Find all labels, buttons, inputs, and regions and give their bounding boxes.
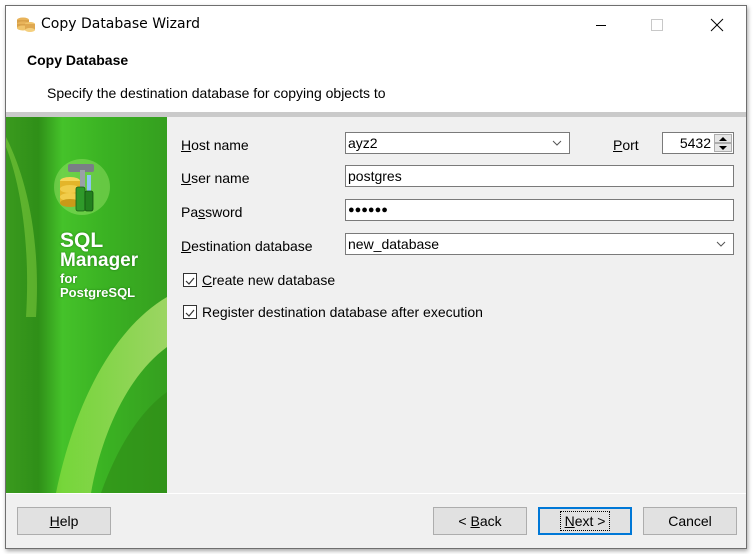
step-description: Specify the destination database for cop… [47,85,386,101]
banner-logo-icon [54,159,110,215]
title-bar: Copy Database Wizard [6,6,746,44]
spin-down-button[interactable] [714,143,732,152]
help-label: Help [50,513,79,529]
mnemonic: H [49,513,60,529]
register-destination-label[interactable]: Register destination database after exec… [202,304,483,320]
cancel-label: Cancel [668,513,712,529]
host-name-combobox[interactable]: ayz2 [345,132,570,154]
arrow-up-icon [719,137,727,141]
banner-product-line3: for [60,271,78,286]
create-new-database-checkbox[interactable] [183,273,197,287]
password-input[interactable]: ●●●●●● [345,199,734,221]
password-masked-value: ●●●●●● [348,204,388,216]
label-text: ser name [191,170,250,186]
next-button[interactable]: Next > [538,507,632,535]
database-stack-icon [16,16,36,34]
minimize-icon [596,25,606,26]
host-name-label: Host name [181,137,249,153]
checkmark-icon [185,309,195,317]
banner-product-line2: Manager [60,250,139,271]
spin-up-button[interactable] [714,134,732,143]
product-banner: SQL Manager for PostgreSQL [6,117,167,493]
label-text: ack [479,513,502,529]
maximize-icon [651,19,663,31]
cancel-button[interactable]: Cancel [643,507,737,535]
create-new-database-label[interactable]: Create new database [202,272,335,288]
mnemonic: D [181,238,192,254]
port-spinner[interactable]: 5432 [662,132,734,154]
banner-product-line1: SQL [60,229,104,252]
port-spin-buttons [714,134,732,152]
label-text: estination database [191,238,313,254]
label-text: elp [59,513,79,529]
mnemonic: U [181,170,192,186]
password-label: Password [181,204,242,220]
back-button[interactable]: < Back [433,507,527,535]
label-text: sword [205,204,243,220]
host-name-value: ayz2 [348,135,378,151]
destination-database-value: new_database [348,236,440,252]
banner-product-line4: PostgreSQL [60,285,136,300]
mnemonic: P [613,137,623,153]
step-title: Copy Database [27,52,129,68]
checkmark-icon [185,277,195,285]
user-name-input[interactable]: postgres [345,165,734,187]
port-label: Port [613,137,639,153]
mnemonic: N [564,513,575,529]
destination-database-label: Destination database [181,238,313,254]
wizard-header: Copy Database Specify the destination da… [6,44,746,112]
user-name-value: postgres [348,168,402,184]
port-value: 5432 [679,135,711,151]
label-text: reate new database [212,272,336,288]
back-label: < Back [458,513,501,529]
chevron-down-icon [716,241,726,247]
register-destination-checkbox[interactable] [183,305,197,319]
footer-divider [6,493,746,494]
label-text: Pa [181,204,199,220]
label-text: ost name [191,137,249,153]
close-button[interactable] [694,6,740,44]
arrow-down-icon [719,146,727,150]
copy-database-wizard-window: Copy Database Wizard Copy Database Speci… [5,5,747,549]
banner-swoosh-graphic [6,137,167,493]
minimize-button[interactable] [578,6,624,44]
maximize-button[interactable] [634,6,680,44]
mnemonic: C [202,272,213,288]
mnemonic: B [470,513,480,529]
destination-database-combobox[interactable]: new_database [345,233,734,255]
help-button[interactable]: Help [17,507,111,535]
label-text: ort [622,137,639,153]
label-text: ext > [574,513,606,529]
label-text: < [458,513,471,529]
mnemonic: H [181,137,192,153]
user-name-label: User name [181,170,249,186]
next-label: Next > [559,511,611,531]
close-icon [710,18,724,32]
window-title: Copy Database Wizard [41,16,200,32]
chevron-down-icon [552,140,562,146]
